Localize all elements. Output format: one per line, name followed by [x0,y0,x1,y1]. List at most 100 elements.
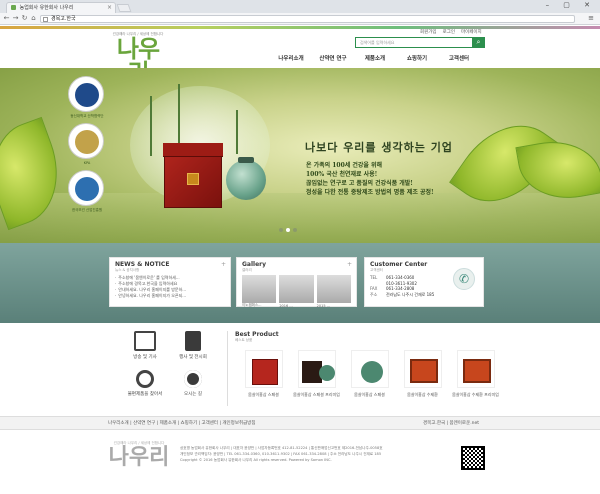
search-input[interactable]: 검색어를 입력하세요 [356,38,484,47]
nav-research[interactable]: 산약연 연구 [312,54,354,62]
best-title: Best Product [235,331,279,338]
gear-icon [184,370,202,388]
footer-logo-mark: 나우리 [108,444,170,470]
reload-icon[interactable]: ↻ [20,14,29,22]
site-logo[interactable]: 건강해라 나우리 / 세상에 전합니다 나우리 [108,32,168,85]
product-name: 몸살이홍삼 수제환 [407,392,438,397]
gallery-caption: 2015 ... [316,304,331,308]
gallery-thumb[interactable]: 2015 ... [316,275,351,308]
footer-logo: 건강해라 나우리 / 세상에 전합니다 나우리 [108,441,170,468]
celadon-jar-image [226,157,266,200]
bamboo-stem [150,96,152,156]
gallery-subtitle: 갤러리 [242,268,252,272]
product-card[interactable]: 몸살이홍삼 스페셜 [236,350,291,398]
product-image [244,350,283,388]
certification-badges: 동신대학교 산학협력단 KPA 한국보건 산업진흥원 [68,76,106,217]
refresh-icon [136,370,154,388]
gallery-caption: 이노캠퍼스... [242,303,262,307]
product-name: 몸살이홍삼 스페셜 [354,392,385,397]
customer-title: Customer Center [370,261,428,268]
login-link[interactable]: 로그인 [443,29,455,35]
quick-find[interactable]: 불편제품을 찾아서 [125,370,165,397]
product-name: 몸살이홍삼 수제환 프리미엄 [452,392,499,397]
slider-dots [279,228,297,232]
best-subtitle: 베스트 상품 [235,338,253,342]
university-seal-icon [75,83,99,107]
product-image [297,350,336,388]
more-icon[interactable]: + [221,261,226,268]
address-bar[interactable]: 경목고.한국 [40,15,575,23]
home-icon[interactable]: ⌂ [29,14,38,22]
badge-label: 동신대학교 산학협력단 [70,114,104,118]
customer-center-panel: Customer Center 고객센터 TEL 061-334-0360 010… [364,257,484,307]
gallery-panel: Gallery 갤러리 + 이노캠퍼스... 2016 ... 2015 ... [236,257,357,308]
slider-dot-active[interactable] [286,228,290,232]
page-icon [43,17,48,22]
new-tab-button[interactable] [116,4,132,12]
browser-tab[interactable]: 농업회사 유한회사 나우리 × [6,2,116,13]
more-icon[interactable]: + [347,261,352,268]
address-row: 주소 전라남도 나주시 건재로 185 [370,291,435,297]
top-color-line [0,26,600,29]
browser-toolbar: ← → ↻ ⌂ 경목고.한국 ≡ [0,13,600,25]
gmp-seal-icon [75,177,99,201]
window-controls[interactable]: – ▢ ✕ [546,1,596,9]
gallery-thumb[interactable]: 2016 ... [279,275,314,308]
nav-support[interactable]: 고객센터 [438,54,480,62]
badge-gmp[interactable]: 한국보건 산업진흥원 [68,170,104,212]
product-card[interactable]: 몸살이홍삼 수제환 프리미엄 [448,350,503,398]
phone-icon: ✆ [453,268,475,290]
nav-shop[interactable]: 쇼핑하기 [396,54,438,62]
tab-close-icon[interactable]: × [107,4,112,11]
quick-broadcast[interactable]: 방송 및 기사 [125,331,165,360]
forward-icon[interactable]: → [11,14,20,22]
footer-domain-links[interactable]: 경목고.한국 | 몸엔이로운.net [423,420,479,426]
badge-dongshin[interactable]: 동신대학교 산학협력단 [68,76,104,118]
mypage-link[interactable]: 마이페이지 [461,29,482,35]
red-gift-box-image [163,143,223,208]
hero-sublines: 온 가족의 100세 건강을 위해 100% 국산 천연재료 사용! 끊임없는 … [306,161,434,197]
kpa-seal-icon [75,130,99,154]
product-image [456,350,495,388]
footer-links[interactable]: 나우리소개 | 산약연 연구 | 제품소개 | 쇼핑하기 | 고객센터 | 개인… [108,420,256,426]
product-name: 몸살이홍삼 스페셜 프리미엄 [293,392,340,397]
bamboo-stem [236,110,238,154]
quick-events[interactable]: 행사 및 전시회 [173,331,213,360]
hero-line: 온 가족의 100세 건강을 위해 [306,162,383,169]
main-nav: 나우리소개 산약연 연구 제품소개 쇼핑하기 고객센터 [270,54,480,62]
back-icon[interactable]: ← [2,14,11,22]
gallery-caption: 2016 ... [279,304,293,308]
product-card[interactable]: 몸살이홍삼 스페셜 프리미엄 [289,350,344,398]
badge-label: 한국보건 산업진흥원 [71,208,103,212]
nav-about[interactable]: 나우리소개 [270,54,312,62]
signup-link[interactable]: 회원가입 [420,29,437,35]
gallery-thumb[interactable]: 이노캠퍼스... [242,275,277,307]
badge-kpa[interactable]: KPA [68,123,104,165]
url-text: 경목고.한국 [51,16,76,22]
product-image [350,350,389,388]
book-icon [185,331,201,351]
company-info: 상호명 농업회사 유한회사 나우리 | 대표자 윤양만 | 사업자등록번호 41… [180,446,383,462]
product-card[interactable]: 몸살이홍삼 스페셜 [342,350,397,398]
footer-nav: 나우리소개 | 산약연 연구 | 제품소개 | 쇼핑하기 | 고객센터 | 개인… [0,416,600,430]
product-card[interactable]: 몸살이홍삼 수제환 [395,350,450,398]
search-icon[interactable]: ⌕ [472,37,485,48]
news-item[interactable]: 안녕하세요. 나우리 홈페이지가 오픈되... [115,293,225,299]
news-title: NEWS & NOTICE [115,261,170,268]
divider [227,331,228,406]
best-product-section: Best Product 베스트 상품 [235,331,279,343]
browser-menu-icon[interactable]: ≡ [588,14,594,22]
slider-dot[interactable] [279,228,283,232]
news-subtitle: 뉴스 & 공지사항 [115,268,140,272]
nav-products[interactable]: 제품소개 [354,54,396,62]
slider-dot[interactable] [293,228,297,232]
quick-directions[interactable]: 오시는 길 [173,370,213,397]
qr-code-icon [461,446,485,470]
util-links: 회원가입 로그인 마이페이지 [420,29,482,35]
news-panel: NEWS & NOTICE 뉴스 & 공지사항 + 주소창에 '몸엔이로운' 를… [109,257,231,307]
hero-line: 100% 국산 천연재료 사용! [306,171,378,178]
browser-tabbar: 농업회사 유한회사 나우리 × – ▢ ✕ [0,0,600,13]
badge-label: KPA [83,161,91,165]
gallery-title: Gallery [242,261,267,268]
monitor-icon [134,331,156,351]
